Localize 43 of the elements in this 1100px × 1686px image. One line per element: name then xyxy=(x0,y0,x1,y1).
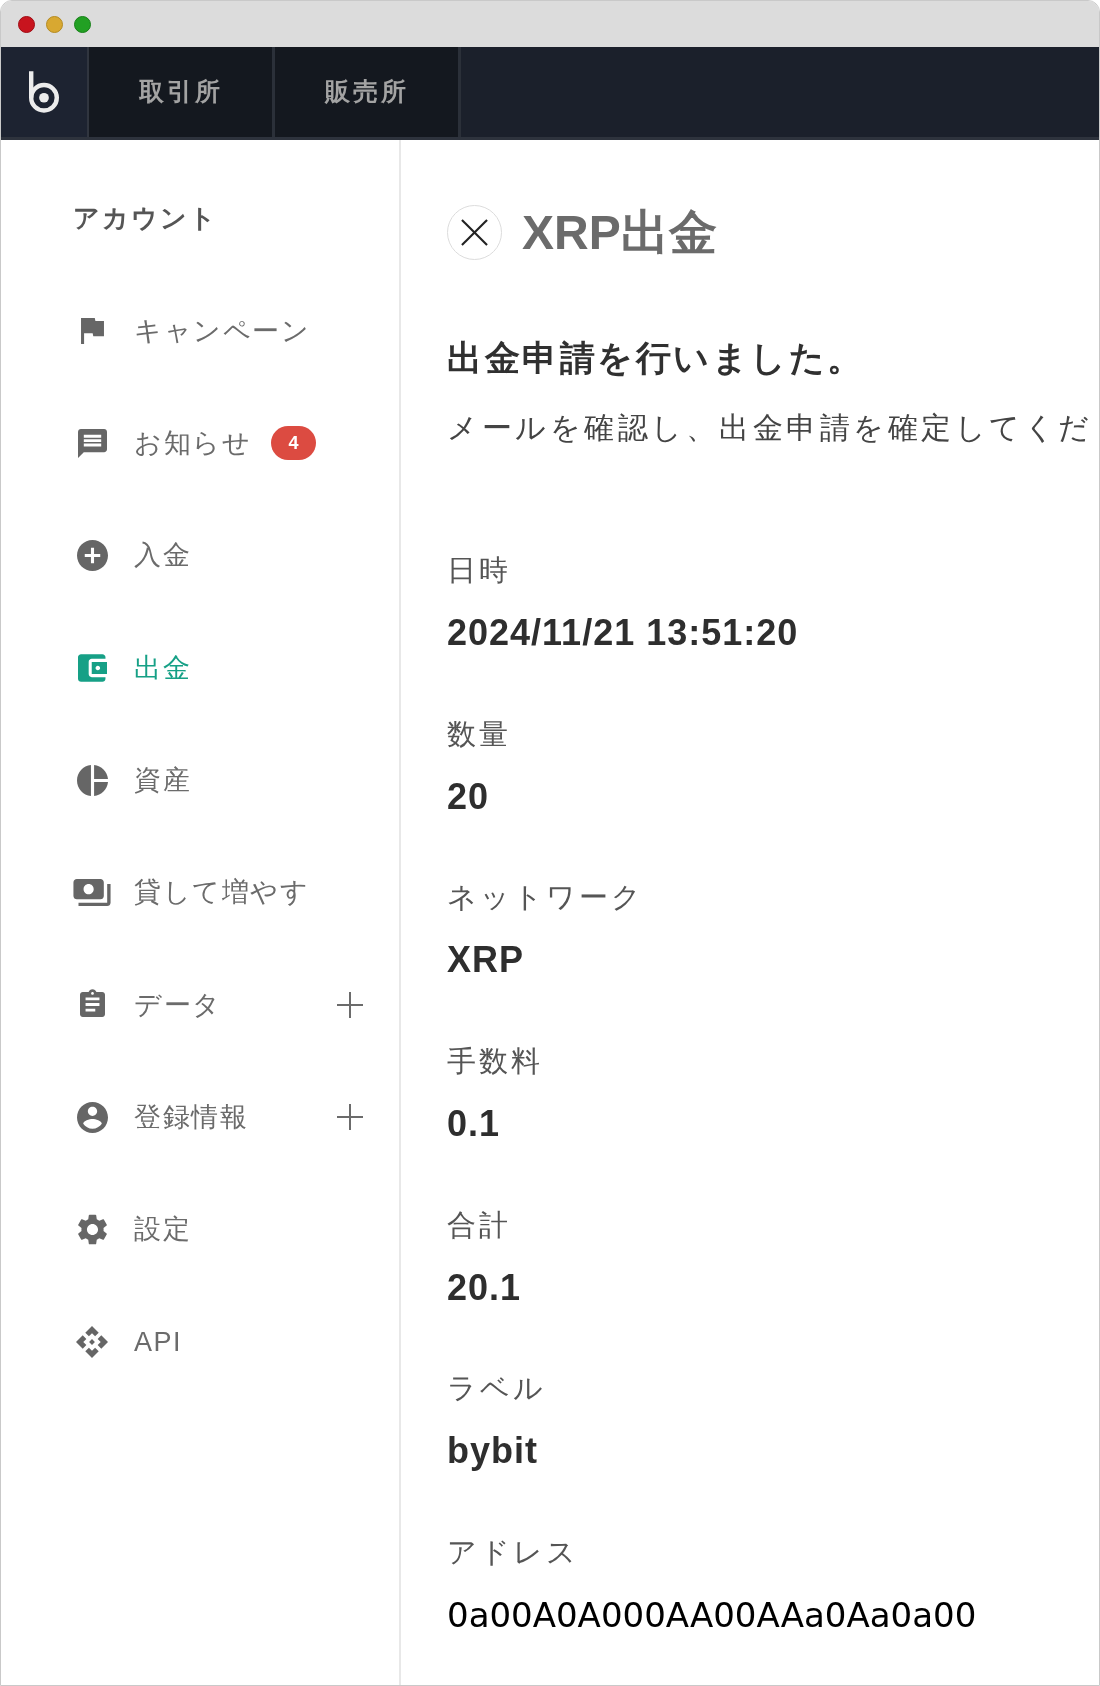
cash-icon xyxy=(73,879,111,907)
field-label: ネットワーク xyxy=(447,880,645,916)
message-heading: 出金申請を行いました。 xyxy=(447,337,866,379)
nav-tab[interactable]: 取引所 xyxy=(89,47,275,137)
field-value: 0.1 xyxy=(447,1102,502,1147)
notification-badge: 4 xyxy=(271,426,316,461)
sidebar-item[interactable]: 貸して増やす xyxy=(1,836,399,949)
sidebar-item[interactable]: キャンペーン xyxy=(1,275,399,388)
field-label: ラベル xyxy=(447,1371,547,1407)
logo-link[interactable] xyxy=(1,47,89,137)
field-label: 手数料 xyxy=(447,1044,544,1080)
sidebar-item[interactable]: 登録情報 xyxy=(1,1061,399,1174)
field-value: bybit xyxy=(447,1429,539,1474)
wallet-icon xyxy=(77,654,107,683)
field-label: 数量 xyxy=(447,716,512,752)
settings-icon xyxy=(77,1214,107,1245)
sidebar-item[interactable]: 出金 xyxy=(1,611,399,725)
page-title: XRP出金 xyxy=(522,208,717,257)
nav-tab[interactable]: 販売所 xyxy=(275,47,461,137)
sidebar-item[interactable]: データ xyxy=(1,948,399,1062)
field-value: XRP xyxy=(447,938,526,983)
field-value: 20 xyxy=(447,774,491,819)
field-label: 日時 xyxy=(447,553,512,588)
close-icon xyxy=(461,219,488,246)
window-zoom-button[interactable] xyxy=(74,15,91,33)
field-value: 2024/11/21 13:51:20 xyxy=(447,611,800,655)
sidebar-item[interactable]: 設定 xyxy=(1,1173,399,1286)
message-icon xyxy=(77,428,107,458)
sidebar-item[interactable]: 資産 xyxy=(1,724,399,837)
arrows-icon xyxy=(76,1325,108,1358)
sidebar-heading: アカウント xyxy=(72,202,219,235)
sidebar-item[interactable]: API xyxy=(1,1285,399,1398)
sidebar-item[interactable]: 入金 xyxy=(1,499,399,612)
message-text: メールを確認し、出金申請を確定してくだ xyxy=(447,410,1094,446)
field-label: アドレス xyxy=(447,1535,580,1571)
sidebar-item[interactable]: お知らせ 4 xyxy=(1,387,399,500)
flag-icon xyxy=(80,318,104,345)
pie-chart-icon xyxy=(76,764,108,796)
field-value: 0a00A0A000AA00AAa0Aa0a00 xyxy=(447,1594,978,1638)
field-value: 20.1 xyxy=(447,1265,523,1310)
window-close-button[interactable] xyxy=(18,15,35,33)
field-label: 合計 xyxy=(447,1207,512,1243)
logo-icon xyxy=(29,71,59,113)
